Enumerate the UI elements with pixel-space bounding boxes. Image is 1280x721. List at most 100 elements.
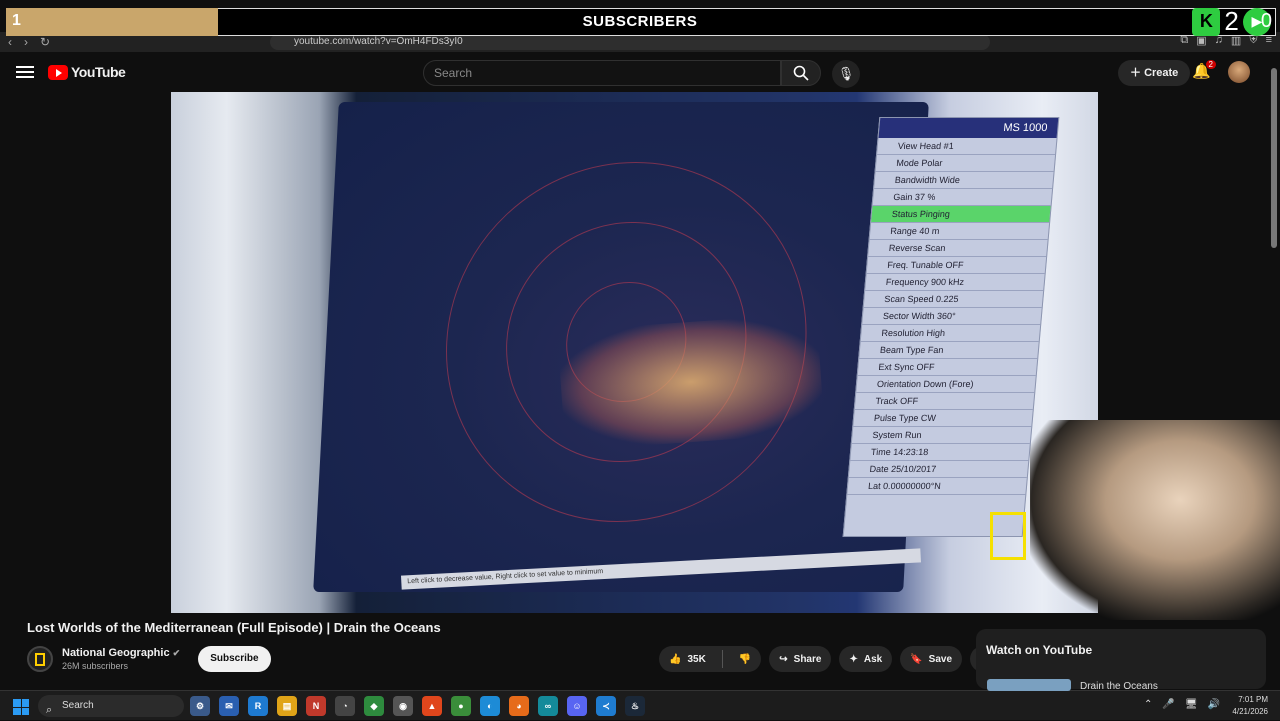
next-video-thumbnail[interactable] xyxy=(987,679,1071,691)
panel-row: Pulse Type CW xyxy=(853,410,1033,427)
thumbs-down-icon: 👎 xyxy=(738,653,752,665)
watch-panel-title: Watch on YouTube xyxy=(986,643,1093,657)
panel-row: Mode Polar xyxy=(875,155,1056,172)
share-icon: ↪ xyxy=(779,653,788,665)
network-icon[interactable]: 🖥 xyxy=(1185,699,1198,710)
like-dislike-group: 👍 35K 👎 xyxy=(659,646,762,672)
scrollbar-thumb[interactable] xyxy=(1271,68,1277,248)
share-button[interactable]: ↪ Share xyxy=(769,646,832,672)
system-tray: ⌃ 🎤 🖥 🔊 xyxy=(1144,699,1220,710)
panel-row: Sector Width 360° xyxy=(862,308,1042,325)
speedtest-icon[interactable]: ◔ xyxy=(335,696,355,716)
panel-row: Date 25/10/2017 xyxy=(848,461,1029,478)
create-label: Create xyxy=(1144,67,1179,79)
news-app-icon[interactable]: N xyxy=(306,696,326,716)
clock[interactable]: 7:01 PM 4/21/2026 xyxy=(1232,694,1268,718)
channel-name[interactable]: National Geographic ✔ xyxy=(62,647,180,659)
sparkle-icon: ✦ xyxy=(849,653,858,665)
file-explorer-icon[interactable]: ▤ xyxy=(277,696,297,716)
panel-row: Frequency 900 kHz xyxy=(865,274,1045,291)
vscode-icon[interactable]: ≺ xyxy=(596,696,616,716)
sonar-settings-panel: MS 1000 View Head #1 Mode Polar Bandwidth … xyxy=(842,117,1060,537)
search-icon xyxy=(793,65,809,81)
youtube-play-icon xyxy=(48,64,68,80)
chevron-up-icon[interactable]: ⌃ xyxy=(1144,699,1152,710)
notification-badge: 2 xyxy=(1205,60,1216,69)
thumbs-up-icon: 👍 xyxy=(669,653,682,665)
panel-row: Status Pinging xyxy=(871,206,1051,223)
edge-icon[interactable]: ◐ xyxy=(480,696,500,716)
subscribe-button[interactable]: Subscribe xyxy=(198,646,271,672)
channel-avatar[interactable] xyxy=(27,646,53,672)
avatar[interactable] xyxy=(1228,61,1250,83)
microphone-icon[interactable]: 🎙 xyxy=(832,60,860,88)
yellow-highlight-box xyxy=(990,512,1026,560)
panel-row: Time 14:23:18 xyxy=(850,444,1030,461)
brave-browser-icon[interactable]: ▲ xyxy=(422,696,442,716)
clock-time: 7:01 PM xyxy=(1238,695,1268,704)
remote-desktop-icon[interactable]: R xyxy=(248,696,268,716)
dislike-button[interactable]: 👎 xyxy=(729,646,761,672)
youtube-logo[interactable]: YouTube xyxy=(48,64,126,80)
discord-icon[interactable]: ☺ xyxy=(567,696,587,716)
panel-row: Lat 0.00000000°N xyxy=(847,478,1027,495)
channel-owner: National Geographic ✔ 26M subscribers Su… xyxy=(27,646,271,672)
panel-row: Track OFF xyxy=(854,393,1035,410)
youtube-header: YouTube Search 🎙 ＋ Create 🔔 2 xyxy=(0,52,1280,92)
video-player[interactable]: MS 1000 View Head #1 Mode Polar Bandwidth … xyxy=(171,92,1098,613)
taskbar-apps: ⚙ ✉ R ▤ N ◔ ◆ ◉ ▲ ● ◐ ◕ ∞ ☺ ≺ ♨ xyxy=(190,696,645,716)
subscriber-count-text: 26M subscribers xyxy=(62,661,129,671)
chrome-icon[interactable]: ● xyxy=(451,696,471,716)
bookmark-icon: 🔖 xyxy=(910,653,923,665)
network-app-icon[interactable]: ⚙ xyxy=(190,696,210,716)
outlook-icon[interactable]: ✉ xyxy=(219,696,239,716)
video-title: Lost Worlds of the Mediterranean (Full E… xyxy=(27,620,441,635)
panel-row: Beam Type Fan xyxy=(859,342,1039,359)
webcam-overlay xyxy=(990,420,1280,620)
gauge-app-icon[interactable]: ◉ xyxy=(393,696,413,716)
panel-row: System Run xyxy=(851,427,1032,444)
panel-row: Bandwidth Wide xyxy=(874,172,1054,189)
clock-date: 4/21/2026 xyxy=(1232,707,1268,716)
windows-taskbar: ⌕ Search ⚙ ✉ R ▤ N ◔ ◆ ◉ ▲ ● ◐ ◕ ∞ ☺ ≺ ♨ ⌃ 🎤 🖥 🔊 7:01 P… xyxy=(0,690,1280,720)
goal-number: 2 xyxy=(1224,6,1239,36)
firefox-icon[interactable]: ◕ xyxy=(509,696,529,716)
save-button[interactable]: 🔖 Save xyxy=(900,646,963,672)
subscriber-goal-overlay: 1 SUBSCRIBERS K 2 ▶ 0 xyxy=(0,6,1280,38)
hamburger-menu-icon[interactable] xyxy=(16,63,34,81)
nat-geo-logo-icon xyxy=(35,652,45,666)
search-icon: ⌕ xyxy=(46,704,53,716)
panel-row: Resolution High xyxy=(860,325,1041,342)
goal-suffix: 0 xyxy=(1260,10,1272,32)
next-video-title[interactable]: Drain the Oceans xyxy=(1080,681,1158,692)
logo-text: YouTube xyxy=(71,64,126,80)
panel-row: Freq. Tunable OFF xyxy=(866,257,1047,274)
media-app-icon[interactable]: ∞ xyxy=(538,696,558,716)
taskbar-search-input[interactable]: ⌕ Search xyxy=(38,695,184,717)
like-count: 35K xyxy=(687,653,706,665)
goal-label: SUBSCRIBERS xyxy=(582,13,698,30)
verified-icon: ✔ xyxy=(172,648,181,658)
panel-row: Scan Speed 0.225 xyxy=(863,291,1044,308)
windows-start-icon[interactable] xyxy=(13,699,29,715)
microphone-tray-icon[interactable]: 🎤 xyxy=(1162,699,1174,710)
volume-icon[interactable]: 🔊 xyxy=(1208,699,1220,710)
panel-row: Range 40 m xyxy=(869,223,1050,240)
steam-icon[interactable]: ♨ xyxy=(625,696,645,716)
goal-target: K 2 ▶ 0 xyxy=(1192,6,1272,37)
watch-on-youtube-panel[interactable]: Watch on YouTube Drain the Oceans xyxy=(976,629,1266,692)
create-button[interactable]: ＋ Create xyxy=(1118,60,1191,86)
ask-button[interactable]: ✦ Ask xyxy=(839,646,893,672)
search-input[interactable]: Search xyxy=(423,60,781,86)
action-bar: 👍35K 👎 ↪Share ✦Ask 🔖Save ⋯ xyxy=(659,646,997,672)
search-button[interactable] xyxy=(781,60,821,86)
panel-row: Reverse Scan xyxy=(868,240,1048,257)
kick-icon: K xyxy=(1192,7,1221,36)
notifications-bell-icon[interactable]: 🔔 2 xyxy=(1192,60,1216,82)
like-button[interactable]: 👍 35K xyxy=(659,646,716,672)
panel-row: Gain 37 % xyxy=(872,189,1053,206)
shield-app-icon[interactable]: ◆ xyxy=(364,696,384,716)
panel-title: MS 1000 xyxy=(878,118,1059,138)
sonar-wreck-echo xyxy=(557,313,825,451)
video-info: Lost Worlds of the Mediterranean (Full E… xyxy=(27,620,997,680)
